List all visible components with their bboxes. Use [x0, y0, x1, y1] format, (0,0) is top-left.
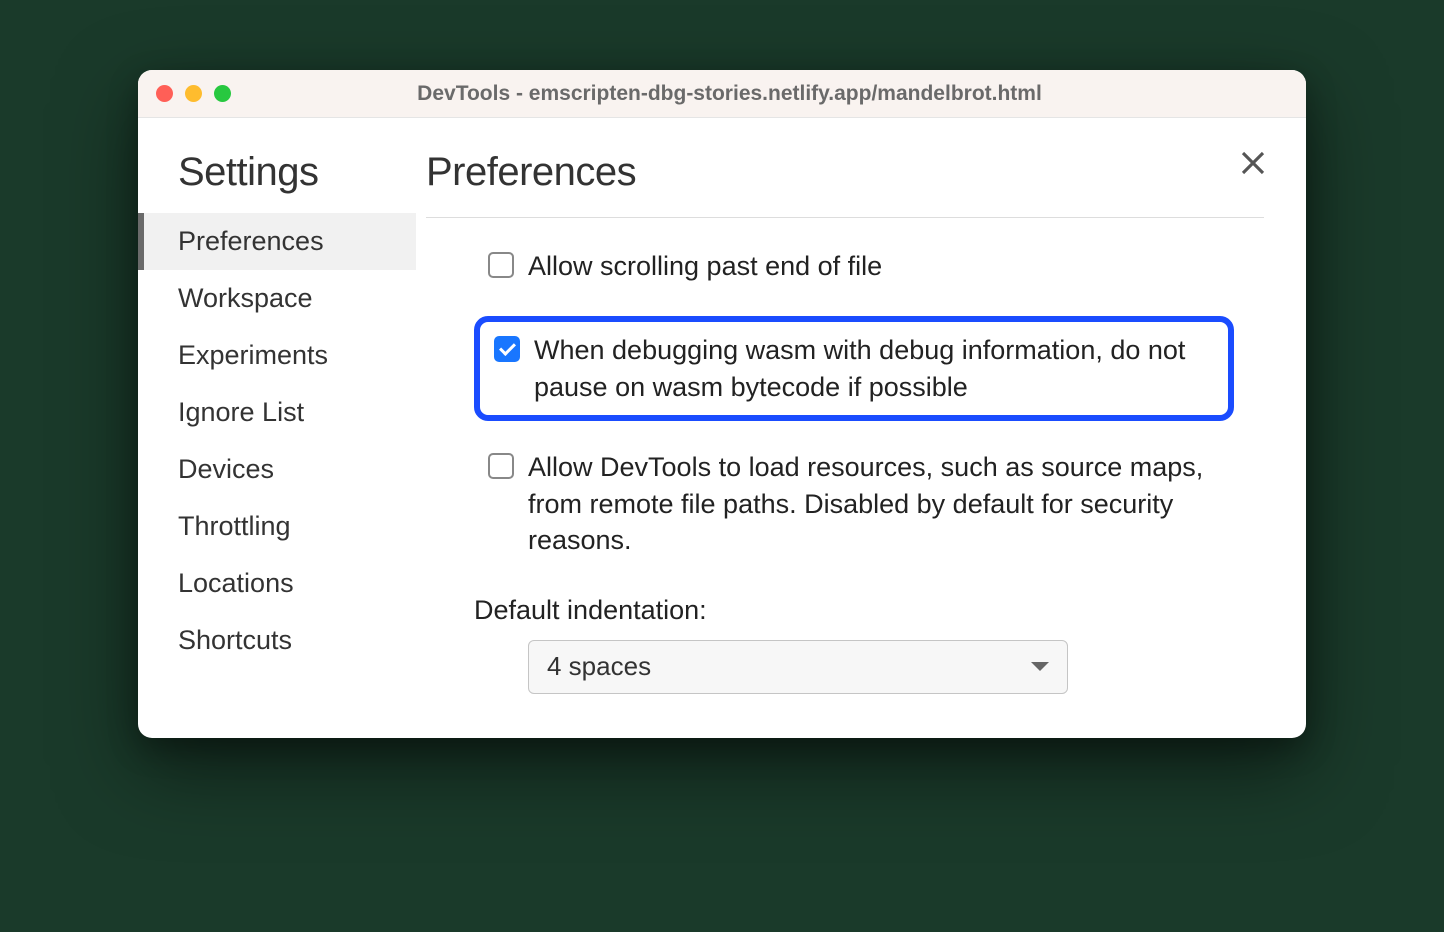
- option-wasm-no-pause-bytecode[interactable]: When debugging wasm with debug informati…: [474, 316, 1234, 421]
- option-label: Allow DevTools to load resources, such a…: [528, 449, 1250, 558]
- sidebar-item-label: Throttling: [178, 511, 291, 541]
- checkbox-allow-scroll-past-eof[interactable]: [488, 252, 514, 278]
- option-label: Allow scrolling past end of file: [528, 248, 882, 284]
- chevron-down-icon: [1031, 662, 1049, 671]
- sidebar-item-label: Workspace: [178, 283, 313, 313]
- titlebar: DevTools - emscripten-dbg-stories.netlif…: [138, 70, 1306, 118]
- sidebar-item-shortcuts[interactable]: Shortcuts: [138, 612, 416, 669]
- window-title: DevTools - emscripten-dbg-stories.netlif…: [231, 82, 1228, 106]
- sidebar-title: Settings: [138, 150, 416, 213]
- indentation-value: 4 spaces: [547, 651, 651, 682]
- option-allow-scroll-past-eof[interactable]: Allow scrolling past end of file: [474, 240, 1264, 292]
- option-label: When debugging wasm with debug informati…: [534, 332, 1214, 405]
- window-minimize-button[interactable]: [185, 85, 202, 102]
- traffic-lights: [156, 85, 231, 102]
- sidebar-item-locations[interactable]: Locations: [138, 555, 416, 612]
- sidebar-item-label: Experiments: [178, 340, 328, 370]
- close-settings-button[interactable]: [1238, 148, 1268, 178]
- checkbox-wasm-no-pause-bytecode[interactable]: [494, 336, 520, 362]
- sidebar-item-throttling[interactable]: Throttling: [138, 498, 416, 555]
- sidebar-item-label: Shortcuts: [178, 625, 292, 655]
- sidebar-item-label: Devices: [178, 454, 274, 484]
- indentation-label: Default indentation:: [474, 595, 1264, 626]
- option-allow-remote-file-paths[interactable]: Allow DevTools to load resources, such a…: [474, 441, 1264, 566]
- sidebar-item-preferences[interactable]: Preferences: [138, 213, 416, 270]
- checkbox-allow-remote-file-paths[interactable]: [488, 453, 514, 479]
- sidebar-item-label: Preferences: [178, 226, 324, 256]
- close-icon: [1238, 148, 1268, 178]
- sidebar-item-label: Ignore List: [178, 397, 304, 427]
- sidebar-item-experiments[interactable]: Experiments: [138, 327, 416, 384]
- indentation-field: Default indentation: 4 spaces: [474, 591, 1264, 694]
- content-area: Settings Preferences Workspace Experimen…: [138, 118, 1306, 738]
- window-maximize-button[interactable]: [214, 85, 231, 102]
- sidebar-item-devices[interactable]: Devices: [138, 441, 416, 498]
- window-close-button[interactable]: [156, 85, 173, 102]
- devtools-settings-window: DevTools - emscripten-dbg-stories.netlif…: [138, 70, 1306, 738]
- preferences-panel: Preferences Allow scrolling past end of …: [416, 118, 1306, 738]
- indentation-select[interactable]: 4 spaces: [528, 640, 1068, 694]
- panel-title: Preferences: [426, 150, 1264, 218]
- sidebar-item-ignore-list[interactable]: Ignore List: [138, 384, 416, 441]
- options-list: Allow scrolling past end of file When de…: [426, 218, 1264, 694]
- settings-sidebar: Settings Preferences Workspace Experimen…: [138, 118, 416, 738]
- sidebar-item-label: Locations: [178, 568, 294, 598]
- sidebar-item-workspace[interactable]: Workspace: [138, 270, 416, 327]
